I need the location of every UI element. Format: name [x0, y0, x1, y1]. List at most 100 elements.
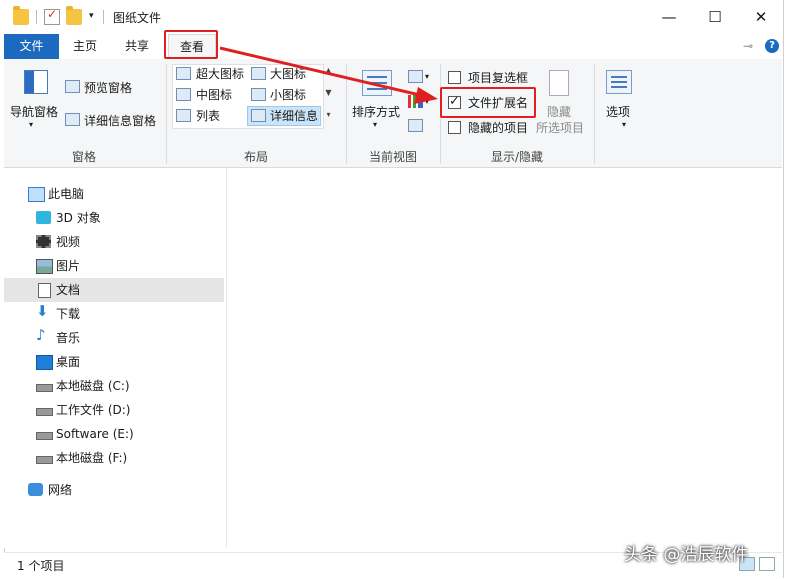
nav-item-label: 文档 — [56, 283, 81, 297]
layout-extra-large-icons[interactable]: 超大图标 — [196, 64, 244, 84]
details-pane-button[interactable]: 详细信息窗格 — [84, 112, 156, 129]
network-icon — [28, 483, 43, 496]
nav-item-drive-c[interactable]: 本地磁盘 (C:) — [4, 374, 224, 398]
large-icons-icon — [251, 67, 266, 80]
preview-pane-button[interactable]: 预览窗格 — [84, 79, 132, 96]
music-note-icon: ♪ — [36, 326, 46, 344]
minimize-button[interactable]: — — [646, 0, 692, 34]
desktop-icon — [36, 355, 53, 370]
drive-icon — [36, 408, 53, 416]
nav-this-pc[interactable]: 此电脑 — [4, 182, 224, 206]
tab-file[interactable]: 文件 — [4, 34, 59, 59]
nav-item-drive-d[interactable]: 工作文件 (D:) — [4, 398, 224, 422]
nav-item-videos[interactable]: 视频 — [4, 230, 224, 254]
list-icon — [176, 109, 191, 122]
gallery-expand-icon[interactable]: ▾ — [323, 110, 334, 119]
group-label-layout: 布局 — [243, 150, 268, 164]
nav-item-label: 图片 — [56, 259, 81, 273]
navigation-pane-button[interactable]: 导航窗格 — [10, 103, 58, 120]
nav-item-label: 本地磁盘 (C:) — [56, 379, 130, 393]
nav-item-drive-e[interactable]: Software (E:) — [4, 422, 224, 446]
window-title: 图纸文件 — [113, 11, 162, 25]
preview-pane-icon — [65, 80, 80, 93]
document-icon — [38, 283, 51, 298]
group-by-icon[interactable] — [408, 70, 423, 83]
medium-icons-icon — [176, 88, 191, 101]
properties-icon[interactable]: ✓ — [44, 7, 60, 25]
file-list-area[interactable] — [227, 168, 782, 548]
group-label-panes: 窗格 — [71, 150, 96, 164]
nav-item-documents[interactable]: 文档 — [4, 278, 224, 302]
layout-medium-icons[interactable]: 中图标 — [196, 85, 232, 105]
chevron-down-icon[interactable]: ▾ — [373, 120, 377, 129]
nav-item-label: Software (E:) — [56, 427, 134, 441]
add-columns-icon[interactable] — [408, 95, 423, 108]
sort-by-icon[interactable] — [362, 70, 392, 96]
cube-icon — [36, 211, 51, 224]
tab-share[interactable]: 共享 — [111, 34, 163, 59]
layout-list[interactable]: 列表 — [196, 106, 220, 126]
layout-details[interactable]: 详细信息 — [270, 106, 318, 126]
gallery-scroll-up-icon[interactable]: ▲ — [323, 66, 334, 75]
highlight-box-file-extensions — [440, 87, 536, 118]
navigation-pane-icon[interactable] — [24, 70, 48, 94]
large-icons-view-icon[interactable] — [759, 557, 775, 571]
gallery-scroll-down-icon[interactable]: ▼ — [323, 88, 334, 97]
tab-home[interactable]: 主页 — [60, 34, 110, 59]
chevron-down-icon[interactable]: ▾ — [425, 97, 429, 106]
picture-icon — [36, 259, 53, 274]
details-icon — [251, 109, 266, 122]
options-icon[interactable] — [606, 70, 632, 94]
chevron-down-icon[interactable]: ▾ — [29, 120, 33, 129]
group-divider — [166, 64, 167, 164]
nav-item-label: 本地磁盘 (F:) — [56, 451, 128, 465]
highlight-box-view-tab — [164, 30, 218, 59]
help-icon[interactable]: ? — [765, 39, 779, 53]
item-checkboxes-checkbox[interactable] — [448, 71, 461, 84]
hidden-items-label[interactable]: 隐藏的项目 — [468, 119, 528, 136]
nav-item-3d-objects[interactable]: 3D 对象 — [4, 206, 224, 230]
chevron-down-icon[interactable]: ▾ — [425, 72, 429, 81]
drive-icon — [36, 456, 53, 464]
nav-item-pictures[interactable]: 图片 — [4, 254, 224, 278]
nav-item-label: 工作文件 (D:) — [56, 403, 131, 417]
group-divider — [594, 64, 595, 164]
quick-access-dropdown-icon[interactable]: ▾ — [89, 11, 94, 21]
computer-icon — [28, 187, 45, 202]
maximize-button[interactable]: ☐ — [692, 0, 738, 34]
nav-network[interactable]: 网络 — [4, 478, 224, 502]
nav-item-label: 音乐 — [56, 331, 81, 345]
nav-network-label: 网络 — [48, 483, 73, 497]
folder-icon — [13, 6, 29, 25]
toolbar-divider — [103, 10, 104, 24]
hide-selected-label-line2[interactable]: 所选项目 — [536, 119, 584, 136]
group-label-current-view: 当前视图 — [368, 150, 417, 164]
details-pane-icon — [65, 113, 80, 126]
chevron-down-icon[interactable]: ▾ — [622, 120, 626, 129]
watermark: 头条 @浩辰软件 — [624, 545, 749, 565]
close-button[interactable]: ✕ — [738, 0, 784, 34]
hide-selected-icon — [549, 70, 569, 96]
item-checkboxes-label[interactable]: 项目复选框 — [468, 69, 528, 86]
nav-item-label: 3D 对象 — [56, 211, 101, 225]
hide-selected-label-line1[interactable]: 隐藏 — [547, 103, 571, 120]
nav-item-label: 下载 — [56, 307, 81, 321]
hidden-items-checkbox[interactable] — [448, 121, 461, 134]
small-icons-icon — [251, 88, 266, 101]
pin-ribbon-icon[interactable]: ⊸ — [743, 39, 753, 53]
nav-this-pc-label: 此电脑 — [48, 187, 85, 201]
layout-small-icons[interactable]: 小图标 — [270, 85, 306, 105]
new-folder-icon[interactable] — [66, 6, 82, 25]
nav-item-music[interactable]: ♪ 音乐 — [4, 326, 224, 350]
sort-by-button[interactable]: 排序方式 — [352, 103, 400, 120]
drive-icon — [36, 384, 53, 392]
layout-large-icons[interactable]: 大图标 — [270, 64, 306, 84]
options-button[interactable]: 选项 — [606, 103, 630, 120]
nav-item-label: 桌面 — [56, 355, 81, 369]
drive-icon — [36, 432, 53, 440]
size-columns-icon[interactable] — [408, 119, 423, 132]
nav-item-drive-f[interactable]: 本地磁盘 (F:) — [4, 446, 224, 470]
nav-item-desktop[interactable]: 桌面 — [4, 350, 224, 374]
download-arrow-icon: ⬇ — [36, 302, 49, 320]
nav-item-downloads[interactable]: ⬇ 下载 — [4, 302, 224, 326]
